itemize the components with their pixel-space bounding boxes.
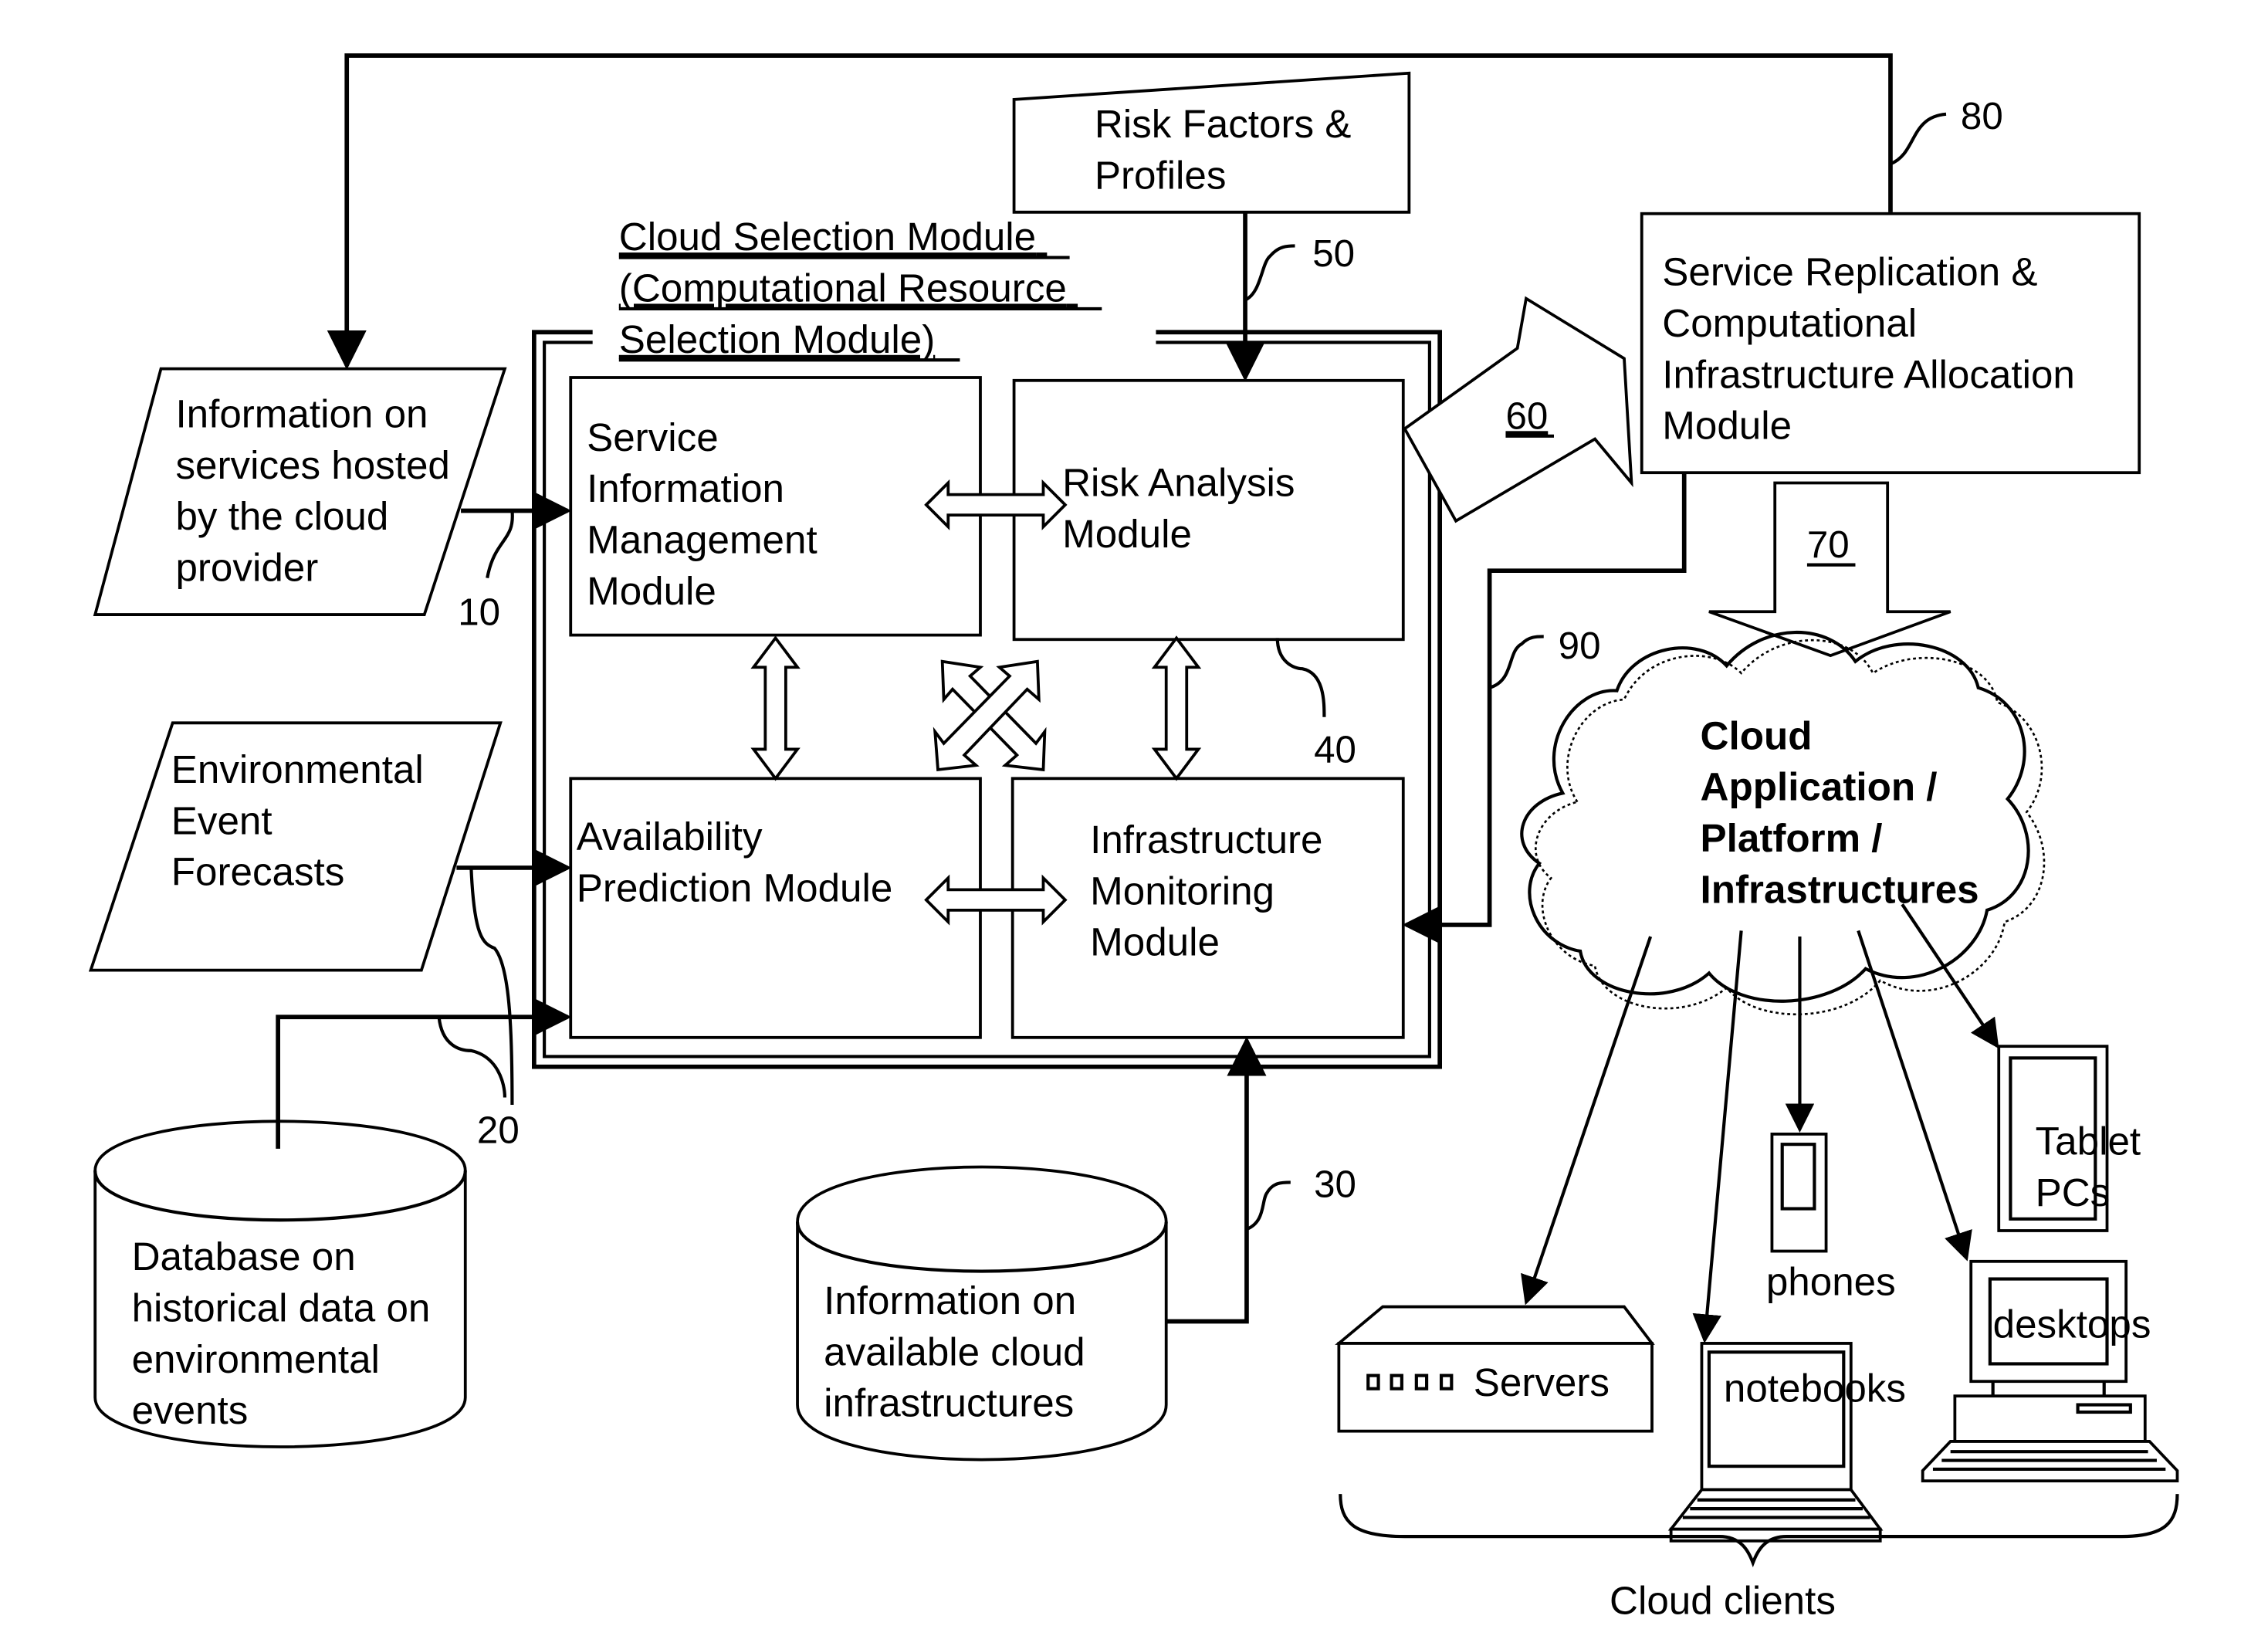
- bidir-arrow-sim-risk: [924, 479, 1068, 530]
- arrow-to-servers: [1521, 936, 1653, 1306]
- server-top: [1335, 1305, 1655, 1345]
- ref-leader-80: [1890, 112, 1947, 166]
- ref-label-30: 30: [1314, 1163, 1356, 1205]
- client-desktops: desktops: [1921, 1259, 2179, 1482]
- cloud-selection-diagram: 80 Information on services hosted by the…: [88, 53, 2179, 1623]
- cloud-clients-label: Cloud clients: [1610, 1579, 1836, 1623]
- ref-label-40: 40: [1314, 728, 1356, 771]
- client-phones: phones: [1766, 1133, 1896, 1303]
- services-info-input: Information on services hosted by the cl…: [93, 367, 572, 633]
- ref-leader-20b: [437, 1017, 507, 1098]
- ref-leader-30: [1246, 1180, 1291, 1231]
- arrow-to-desktops: [1857, 930, 1972, 1262]
- client-notebooks: notebooks: [1667, 1342, 1906, 1543]
- ref-label-80: 80: [1961, 95, 2003, 137]
- ref-label-90: 90: [1559, 625, 1601, 667]
- arrow-to-notebooks: [1692, 930, 1743, 1343]
- ref-label-60: 60: [1505, 395, 1548, 437]
- arrow-infra-db-to-monitoring: [1166, 1036, 1267, 1324]
- bidir-arrow-sim-avail: [750, 635, 801, 781]
- ref-leader-20a: [469, 867, 514, 1105]
- selection-module-title: Cloud Selection Module (Computational Re…: [619, 215, 1078, 361]
- client-tablets: Tablet PCs: [1997, 1045, 2141, 1232]
- feedback-loop-90: 90: [1402, 473, 1687, 945]
- cloud-platform: Cloud Application / Platform / Infrastru…: [1520, 630, 2046, 1016]
- ref-leader-10: [486, 510, 514, 579]
- block-arrow-70: [1708, 481, 1951, 658]
- infra-db-text: Information on available cloud infrastru…: [824, 1279, 1096, 1425]
- infra-db: Information on available cloud infrastru…: [795, 1036, 1356, 1462]
- cloud-text: Cloud Application / Platform / Infrastru…: [1701, 713, 1979, 911]
- desktops-label: desktops: [1993, 1302, 2151, 1346]
- deploy-arrow: 70: [1708, 481, 1951, 658]
- env-forecasts-input: Environmental Event Forecasts: [88, 721, 572, 972]
- ref-leader-50: [1244, 244, 1295, 302]
- servers-label: Servers: [1474, 1360, 1610, 1404]
- client-arrows: [1521, 903, 1999, 1343]
- allocation-module: Service Replication & Computational Infr…: [1640, 212, 2141, 475]
- phones-label: phones: [1766, 1259, 1896, 1303]
- ref-leader-40: [1275, 638, 1326, 717]
- ref-leader-90: [1488, 635, 1544, 689]
- risk-analysis-module: [1012, 378, 1405, 642]
- client-servers: Servers: [1335, 1305, 1655, 1433]
- cloud-selection-module: Cloud Selection Module (Computational Re…: [532, 215, 1442, 1069]
- notebooks-label: notebooks: [1724, 1367, 1906, 1411]
- phone-body: [1770, 1133, 1828, 1253]
- ref-label-70: 70: [1807, 523, 1850, 566]
- cross-arrows-diagonal: [933, 659, 1047, 772]
- bidir-arrow-risk-monitor: [1151, 635, 1202, 781]
- bidir-arrow-avail-monitor: [924, 874, 1068, 926]
- ref-label-10: 10: [458, 591, 500, 633]
- ref-label-50: 50: [1312, 232, 1355, 275]
- ref-label-20: 20: [477, 1109, 520, 1151]
- feedback-arrow-to-monitoring: [1402, 473, 1687, 945]
